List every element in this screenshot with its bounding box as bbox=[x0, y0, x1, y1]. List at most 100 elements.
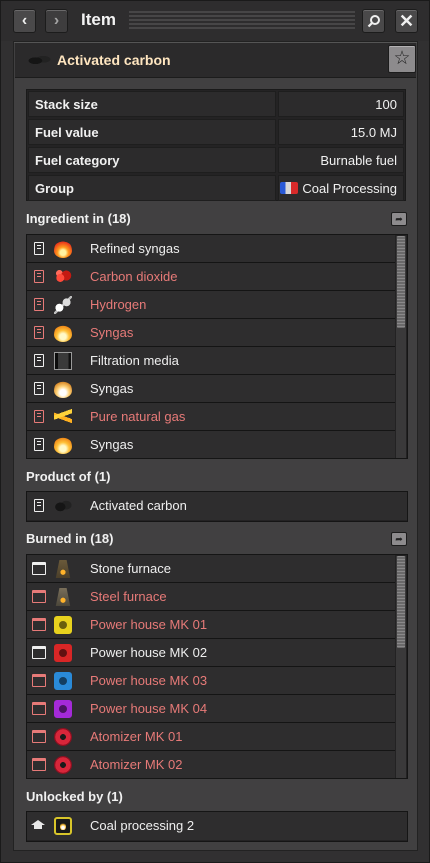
burned-in-expand-button[interactable]: ➦ bbox=[391, 532, 407, 546]
info-value[interactable]: Burnable fuel bbox=[278, 147, 404, 173]
recipe-icon bbox=[34, 298, 44, 311]
syngas-icon bbox=[54, 324, 72, 342]
chevron-left-icon: ‹ bbox=[21, 12, 28, 29]
info-value: 100 bbox=[278, 91, 404, 117]
list-item[interactable]: Power house MK 02 bbox=[27, 639, 395, 667]
info-row-stack-size: Stack size 100 bbox=[28, 91, 404, 117]
building-icon bbox=[32, 562, 46, 575]
scrollbar-thumb[interactable] bbox=[397, 556, 405, 648]
info-key: Stack size bbox=[28, 91, 276, 117]
unlocked-by-title: Unlocked by (1) bbox=[26, 789, 123, 804]
info-key: Fuel value bbox=[28, 119, 276, 145]
favorite-button[interactable]: ☆ bbox=[388, 45, 416, 73]
syngas-icon bbox=[54, 380, 72, 398]
list-item[interactable]: Carbon dioxide bbox=[27, 263, 395, 291]
building-icon bbox=[32, 674, 46, 687]
search-button[interactable] bbox=[362, 9, 385, 33]
atomizer-icon bbox=[54, 728, 72, 746]
item-name: Activated carbon bbox=[57, 52, 171, 68]
window-title: Item bbox=[81, 10, 116, 29]
list-item[interactable]: Refined syngas bbox=[27, 235, 395, 263]
atomizer-icon bbox=[54, 756, 72, 774]
forward-button[interactable]: › bbox=[45, 9, 68, 33]
info-key: Group bbox=[28, 175, 276, 201]
activated-carbon-icon bbox=[54, 497, 72, 515]
burned-in-scrollbar[interactable] bbox=[396, 556, 406, 778]
burned-in-title: Burned in (18) bbox=[26, 531, 114, 546]
list-item[interactable]: Steel furnace bbox=[27, 583, 395, 611]
info-value: 15.0 MJ bbox=[278, 119, 404, 145]
power-house-icon bbox=[54, 672, 72, 690]
technology-icon bbox=[31, 820, 45, 829]
group-label: Coal Processing bbox=[302, 181, 397, 196]
recipe-icon bbox=[34, 326, 44, 339]
close-button[interactable]: ✕ bbox=[395, 9, 418, 33]
back-button[interactable]: ‹ bbox=[13, 9, 36, 33]
building-icon bbox=[32, 646, 46, 659]
expand-icon: ➦ bbox=[395, 534, 403, 544]
product-of-title: Product of (1) bbox=[26, 469, 111, 484]
recipe-icon bbox=[34, 410, 44, 423]
info-table: Stack size 100 Fuel value 15.0 MJ Fuel c… bbox=[26, 89, 406, 201]
list-item[interactable]: Pure natural gas bbox=[27, 403, 395, 431]
building-icon bbox=[32, 590, 46, 603]
ingredient-in-title: Ingredient in (18) bbox=[26, 211, 131, 226]
hydrogen-icon bbox=[54, 296, 72, 314]
info-key: Fuel category bbox=[28, 147, 276, 173]
list-item[interactable]: Filtration media bbox=[27, 347, 395, 375]
power-house-icon bbox=[54, 700, 72, 718]
item-panel: Activated carbon ☆ Stack size 100 Fuel v… bbox=[13, 41, 418, 851]
list-item[interactable]: Power house MK 03 bbox=[27, 667, 395, 695]
list-item[interactable]: Syngas bbox=[27, 319, 395, 347]
list-item[interactable]: Syngas bbox=[27, 431, 395, 458]
close-icon: ✕ bbox=[398, 11, 415, 31]
syngas-icon bbox=[54, 436, 72, 454]
list-item[interactable]: Power house MK 01 bbox=[27, 611, 395, 639]
building-icon bbox=[32, 702, 46, 715]
info-row-fuel-value: Fuel value 15.0 MJ bbox=[28, 119, 404, 145]
natural-gas-icon bbox=[54, 408, 72, 426]
fire-icon bbox=[54, 240, 72, 258]
product-of-list[interactable]: Activated carbon bbox=[26, 491, 408, 522]
coal-processing-tech-icon bbox=[54, 817, 72, 835]
ingredient-in-expand-button[interactable]: ➦ bbox=[391, 212, 407, 226]
power-house-icon bbox=[54, 616, 72, 634]
list-item[interactable]: Power house MK 04 bbox=[27, 695, 395, 723]
recipe-icon bbox=[34, 354, 44, 367]
info-row-fuel-category: Fuel category Burnable fuel bbox=[28, 147, 404, 173]
list-item[interactable]: Coal processing 2 bbox=[27, 812, 407, 840]
info-row-group: Group Coal Processing bbox=[28, 175, 404, 201]
ingredient-in-list[interactable]: Refined syngas Carbon dioxide Hydrogen S… bbox=[26, 234, 408, 459]
coal-processing-group-icon bbox=[280, 182, 299, 194]
carbon-dioxide-icon bbox=[54, 268, 72, 286]
expand-icon: ➦ bbox=[395, 214, 403, 224]
building-icon bbox=[32, 758, 46, 771]
list-item[interactable]: Activated carbon bbox=[27, 492, 407, 520]
recipe-icon bbox=[34, 270, 44, 283]
recipe-icon bbox=[34, 438, 44, 451]
search-icon bbox=[367, 15, 380, 28]
stone-furnace-icon bbox=[55, 560, 71, 578]
filtration-media-icon bbox=[54, 352, 72, 370]
list-item[interactable]: Stone furnace bbox=[27, 555, 395, 583]
scrollbar-thumb[interactable] bbox=[397, 236, 405, 328]
list-item[interactable]: Hydrogen bbox=[27, 291, 395, 319]
list-item[interactable]: Syngas bbox=[27, 375, 395, 403]
power-house-icon bbox=[54, 644, 72, 662]
steel-furnace-icon bbox=[55, 588, 71, 606]
recipe-icon bbox=[34, 499, 44, 512]
list-item[interactable]: Atomizer MK 01 bbox=[27, 723, 395, 751]
item-header: Activated carbon ☆ bbox=[15, 43, 416, 78]
drag-handle[interactable] bbox=[129, 11, 355, 31]
list-item[interactable]: Atomizer MK 02 bbox=[27, 751, 395, 778]
activated-carbon-icon bbox=[27, 53, 51, 67]
title-bar[interactable]: ‹ › Item ✕ bbox=[1, 1, 429, 41]
item-window: ‹ › Item ✕ Activated carbon ☆ Stack size… bbox=[0, 0, 430, 863]
chevron-right-icon: › bbox=[53, 12, 60, 29]
info-value-group[interactable]: Coal Processing bbox=[278, 175, 404, 201]
recipe-icon bbox=[34, 242, 44, 255]
unlocked-by-list[interactable]: Coal processing 2 bbox=[26, 811, 408, 842]
building-icon bbox=[32, 618, 46, 631]
burned-in-list[interactable]: Stone furnace Steel furnace Power house … bbox=[26, 554, 408, 779]
ingredient-in-scrollbar[interactable] bbox=[396, 236, 406, 458]
